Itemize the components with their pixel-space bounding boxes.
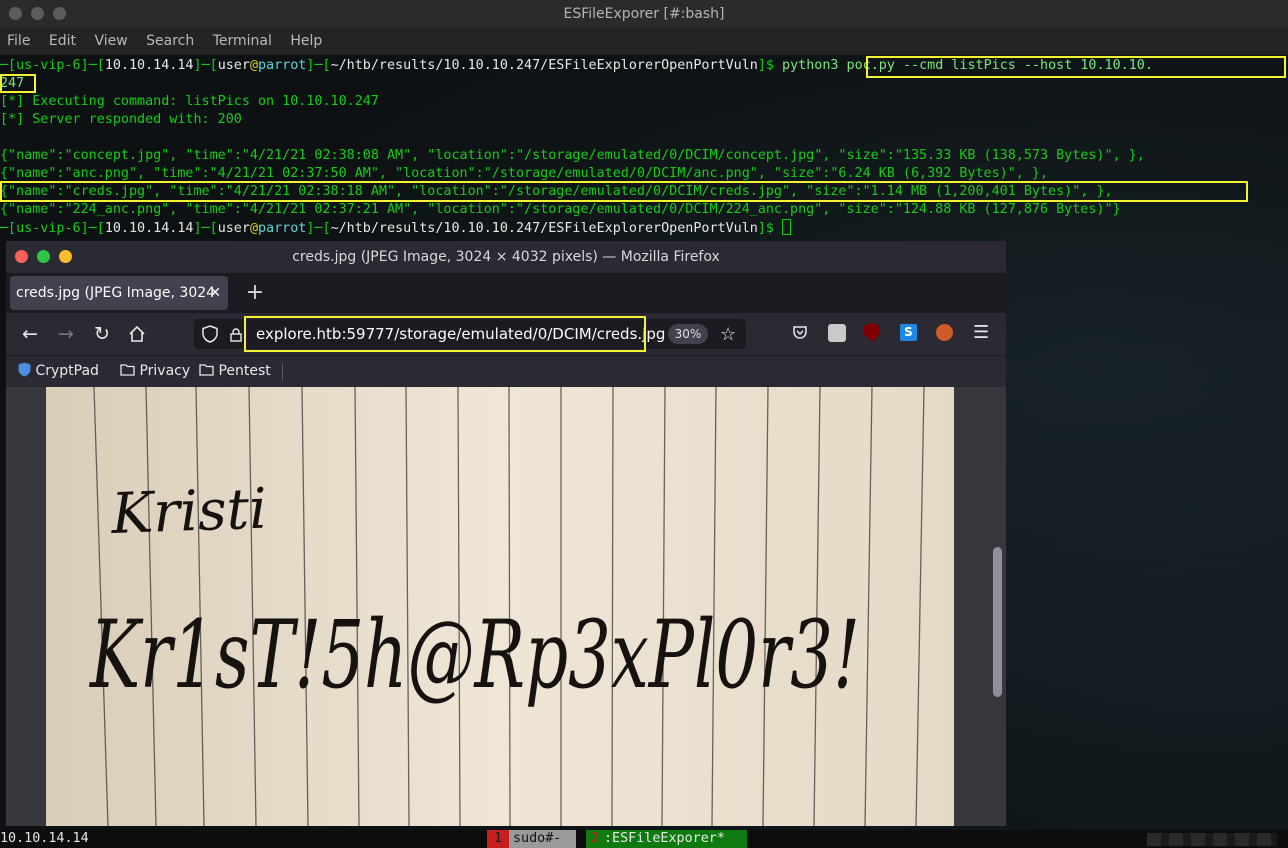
- minimize-window-button[interactable]: [59, 250, 72, 263]
- json-line-concept: {"name":"concept.jpg", "time":"4/21/21 0…: [0, 148, 1145, 163]
- firefox-window: creds.jpg (JPEG Image, 3024 × 4032 pixel…: [6, 241, 1006, 826]
- new-tab-button[interactable]: +: [243, 273, 267, 313]
- extension-s-icon[interactable]: S: [900, 324, 917, 341]
- navigation-toolbar: ← → ↻ explore.htb:59777/storage/emulated…: [6, 313, 1006, 355]
- bookmarks-toolbar: CryptPad Privacy Pentest: [6, 355, 1006, 388]
- reload-icon[interactable]: ↻: [89, 321, 115, 347]
- json-line-anc: {"name":"anc.png", "time":"4/21/21 02:37…: [0, 166, 1049, 181]
- json-line-creds: {"name":"creds.jpg", "time":"4/21/21 02:…: [0, 184, 1113, 199]
- firefox-titlebar: creds.jpg (JPEG Image, 3024 × 4032 pixel…: [6, 241, 1006, 273]
- command-text: python3 poc.py --cmd listPics --host 10.…: [782, 58, 1153, 73]
- cryptpad-icon: [18, 362, 31, 377]
- tab-creds-jpg[interactable]: creds.jpg (JPEG Image, 3024 ✕: [10, 276, 228, 310]
- maximize-window-button[interactable]: [53, 7, 66, 20]
- prompt-line-current: ─[us-vip-6]─[10.10.14.14]─[user@parrot]─…: [0, 219, 792, 237]
- tab-strip: creds.jpg (JPEG Image, 3024 ✕ +: [6, 273, 1006, 313]
- bookmark-pentest[interactable]: Pentest: [199, 356, 271, 386]
- tab-label: creds.jpg (JPEG Image, 3024: [16, 285, 216, 301]
- menu-help[interactable]: Help: [290, 33, 322, 49]
- bookmark-separator: [282, 363, 283, 381]
- shield-icon[interactable]: [202, 325, 218, 347]
- extension-globe-icon[interactable]: [936, 324, 953, 341]
- back-arrow-icon[interactable]: ←: [17, 321, 43, 347]
- menu-terminal[interactable]: Terminal: [213, 33, 272, 49]
- home-icon[interactable]: [124, 321, 150, 347]
- terminal-cursor: [782, 219, 792, 235]
- tmux-statusbar: 10.10.14.14 1 sudo#- 2 :ESFileExporer*: [0, 830, 1288, 848]
- bookmark-privacy[interactable]: Privacy: [120, 356, 190, 386]
- output-executing: [*] Executing command: listPics on 10.10…: [0, 94, 379, 109]
- folder-icon: [199, 364, 214, 376]
- url-text[interactable]: explore.htb:59777/storage/emulated/0/DCI…: [256, 319, 665, 349]
- tmux-window-1-name[interactable]: sudo#-: [509, 830, 576, 848]
- firefox-title: creds.jpg (JPEG Image, 3024 × 4032 pixel…: [292, 249, 720, 265]
- close-window-button[interactable]: [15, 250, 28, 263]
- tmux-window-2-number[interactable]: 2: [586, 830, 604, 848]
- image-viewer: Kristi Kr1sT!5h@Rp3xPl0r3!: [6, 387, 1006, 826]
- folder-icon: [120, 364, 135, 376]
- hamburger-menu-icon[interactable]: ☰: [973, 322, 989, 343]
- terminal-menubar: File Edit View Search Terminal Help: [0, 28, 1288, 55]
- terminal-title: ESFileExporer [#:bash]: [563, 6, 725, 22]
- close-window-button[interactable]: [9, 7, 22, 20]
- menu-view[interactable]: View: [94, 33, 127, 49]
- bookmark-star-icon[interactable]: ☆: [720, 324, 736, 345]
- bookmark-cryptpad[interactable]: CryptPad: [18, 356, 99, 386]
- output-server-response: [*] Server responded with: 200: [0, 112, 242, 127]
- handwritten-password: Kr1sT!5h@Rp3xPl0r3!: [89, 601, 860, 710]
- forward-arrow-icon[interactable]: →: [53, 321, 79, 347]
- notebook-lines: Kristi Kr1sT!5h@Rp3xPl0r3!: [46, 387, 954, 826]
- tmux-window-1-number[interactable]: 1: [487, 830, 509, 848]
- extension-badger-icon[interactable]: [828, 324, 846, 342]
- close-tab-icon[interactable]: ✕: [209, 276, 221, 310]
- tmux-window-2-name[interactable]: :ESFileExporer*: [604, 830, 747, 848]
- handwritten-username: Kristi: [109, 477, 268, 547]
- lock-icon[interactable]: [230, 327, 242, 346]
- menu-edit[interactable]: Edit: [49, 33, 76, 49]
- zoom-level-badge[interactable]: 30%: [668, 324, 708, 344]
- pocket-icon[interactable]: [792, 325, 808, 345]
- vertical-scrollbar[interactable]: [993, 547, 1002, 697]
- status-indicators: [1147, 833, 1277, 846]
- url-bar[interactable]: explore.htb:59777/storage/emulated/0/DCI…: [194, 316, 746, 352]
- prompt-line: ─[us-vip-6]─[10.10.14.14]─[user@parrot]─…: [0, 58, 1153, 73]
- maximize-window-button[interactable]: [37, 250, 50, 263]
- menu-file[interactable]: File: [7, 33, 30, 49]
- command-wrap: 247: [0, 76, 25, 91]
- creds-image: Kristi Kr1sT!5h@Rp3xPl0r3!: [46, 387, 954, 826]
- extension-ublock-icon[interactable]: [864, 323, 880, 342]
- terminal-titlebar: ESFileExporer [#:bash]: [0, 0, 1288, 28]
- minimize-window-button[interactable]: [31, 7, 44, 20]
- menu-search[interactable]: Search: [146, 33, 194, 49]
- json-line-224-anc: {"name":"224_anc.png", "time":"4/21/21 0…: [0, 202, 1121, 217]
- status-ip: 10.10.14.14: [0, 831, 89, 846]
